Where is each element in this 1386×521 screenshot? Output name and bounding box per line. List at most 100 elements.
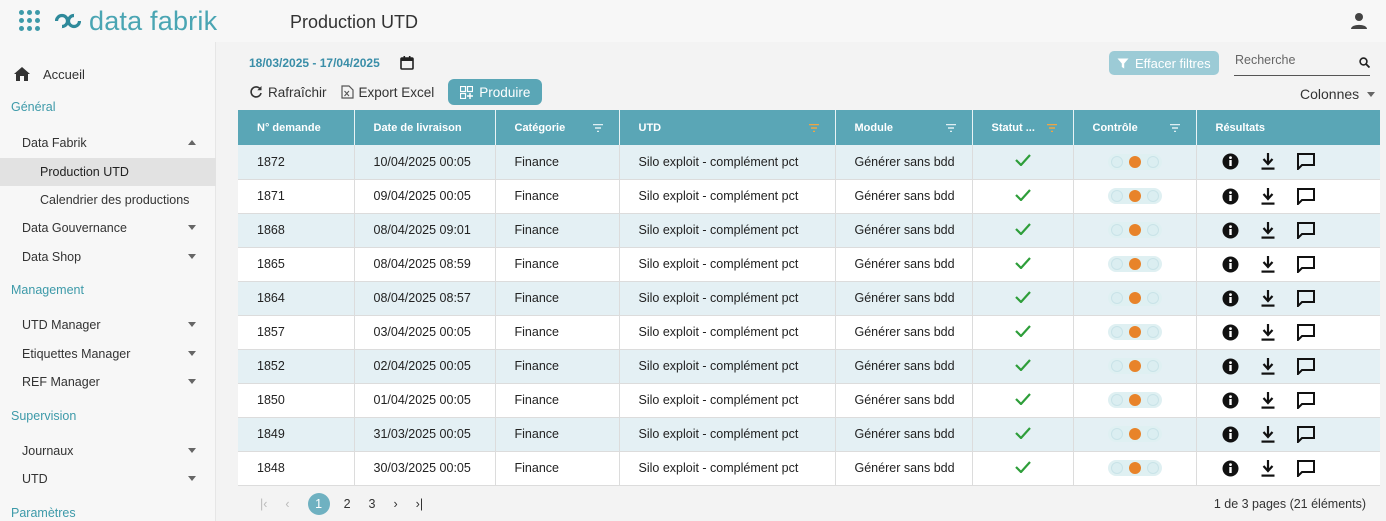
comment-icon[interactable] — [1296, 187, 1315, 205]
cell-category: Finance — [495, 349, 620, 384]
date-range-filter[interactable]: 18/03/2025 - 17/04/2025 — [249, 56, 414, 70]
col-header-module[interactable]: Module — [835, 110, 973, 145]
cell-module: Générer sans bdd — [835, 247, 973, 282]
columns-dropdown[interactable]: Colonnes — [1300, 86, 1376, 102]
info-icon[interactable] — [1222, 426, 1239, 443]
user-icon[interactable] — [1350, 12, 1368, 30]
info-icon[interactable] — [1222, 392, 1239, 409]
comment-icon[interactable] — [1296, 289, 1315, 307]
sidebar-item-utd[interactable]: UTD — [0, 465, 216, 493]
download-icon[interactable] — [1261, 221, 1275, 239]
control-toggle[interactable] — [1107, 153, 1162, 170]
prev-page-button[interactable]: ‹ — [285, 497, 289, 511]
filter-clear-icon — [1117, 58, 1129, 68]
info-icon[interactable] — [1222, 460, 1239, 477]
cell-category: Finance — [495, 315, 620, 350]
comment-icon[interactable] — [1296, 323, 1315, 341]
sidebar-item-data-gouvernance[interactable]: Data Gouvernance — [0, 214, 216, 242]
control-toggle[interactable] — [1107, 290, 1162, 306]
info-icon[interactable] — [1222, 358, 1239, 375]
filter-icon[interactable] — [1169, 124, 1180, 132]
comment-icon[interactable] — [1296, 221, 1315, 239]
download-icon[interactable] — [1261, 153, 1275, 170]
table-row[interactable]: 1852 02/04/2025 00:05 Finance Silo exploit … — [238, 349, 1380, 384]
filter-icon[interactable] — [592, 124, 603, 132]
comment-icon[interactable] — [1296, 153, 1315, 171]
info-icon[interactable] — [1222, 256, 1239, 273]
sidebar-item-production-utd[interactable]: Production UTD — [0, 158, 216, 186]
control-toggle[interactable] — [1107, 426, 1162, 442]
control-toggle[interactable] — [1107, 324, 1162, 340]
cell-status — [972, 247, 1074, 282]
table-row[interactable]: 1865 08/04/2025 08:59 Finance Silo exploit … — [238, 247, 1380, 282]
col-header-category[interactable]: Catégorie — [495, 110, 620, 145]
info-icon[interactable] — [1222, 290, 1239, 307]
col-header-status[interactable]: Statut ... — [972, 110, 1074, 145]
sidebar-item-utd-manager[interactable]: UTD Manager — [0, 311, 216, 339]
grid-apps-icon[interactable] — [19, 10, 41, 32]
control-toggle[interactable] — [1107, 222, 1162, 238]
filter-icon[interactable] — [945, 124, 956, 132]
search-icon[interactable] — [1359, 57, 1370, 68]
table-row[interactable]: 1849 31/03/2025 00:05 Finance Silo exploit … — [238, 417, 1380, 452]
filter-icon[interactable] — [1046, 124, 1057, 132]
download-icon[interactable] — [1261, 289, 1275, 307]
control-toggle[interactable] — [1107, 358, 1162, 374]
table-row[interactable]: 1857 03/04/2025 00:05 Finance Silo exploit … — [238, 315, 1380, 350]
sidebar-item-etiquettes-manager[interactable]: Etiquettes Manager — [0, 340, 216, 368]
info-icon[interactable] — [1222, 153, 1239, 170]
page-button-2[interactable]: 2 — [344, 497, 351, 511]
control-toggle[interactable] — [1107, 460, 1162, 476]
control-toggle[interactable] — [1107, 188, 1162, 204]
search-input[interactable]: Recherche — [1234, 51, 1370, 76]
sidebar-item-ref-manager[interactable]: REF Manager — [0, 368, 216, 396]
control-toggle[interactable] — [1107, 392, 1162, 408]
download-icon[interactable] — [1261, 323, 1275, 341]
download-icon[interactable] — [1261, 391, 1275, 409]
table-row[interactable]: 1868 08/04/2025 09:01 Finance Silo exploit … — [238, 213, 1380, 248]
pagination: |‹ ‹ 1 2 3 › ›| — [260, 493, 441, 515]
sidebar-item-journaux[interactable]: Journaux — [0, 437, 216, 465]
first-page-button[interactable]: |‹ — [260, 497, 267, 511]
refresh-button[interactable]: Rafraîchir — [249, 85, 327, 100]
page-button-3[interactable]: 3 — [369, 497, 376, 511]
sidebar-item-data-fabrik[interactable]: Data Fabrik — [0, 129, 216, 157]
next-page-button[interactable]: › — [394, 497, 398, 511]
cell-control — [1073, 417, 1197, 452]
download-icon[interactable] — [1261, 187, 1275, 205]
comment-icon[interactable] — [1296, 459, 1315, 477]
sidebar-item-home[interactable]: Accueil — [13, 66, 85, 82]
produce-button[interactable]: Produire — [448, 79, 543, 105]
table-row[interactable]: 1850 01/04/2025 00:05 Finance Silo exploit … — [238, 383, 1380, 418]
filter-icon[interactable] — [808, 124, 819, 132]
col-header-control[interactable]: Contrôle — [1073, 110, 1197, 145]
calendar-icon[interactable] — [399, 56, 414, 70]
col-header-date[interactable]: Date de livraison — [354, 110, 496, 145]
col-header-utd[interactable]: UTD — [619, 110, 836, 145]
page-button-1[interactable]: 1 — [307, 493, 330, 515]
info-icon[interactable] — [1222, 324, 1239, 341]
sidebar-item-calendrier[interactable]: Calendrier des productions — [0, 186, 216, 214]
col-header-id[interactable]: N° demande — [238, 110, 355, 145]
info-icon[interactable] — [1222, 188, 1239, 205]
table-row[interactable]: 1871 09/04/2025 00:05 Finance Silo exploit … — [238, 179, 1380, 214]
cell-results — [1196, 281, 1380, 316]
table-row[interactable]: 1872 10/04/2025 00:05 Finance Silo exploit … — [238, 145, 1380, 180]
download-icon[interactable] — [1261, 425, 1275, 443]
download-icon[interactable] — [1261, 255, 1275, 273]
logo-wave-icon — [55, 13, 81, 29]
info-icon[interactable] — [1222, 222, 1239, 239]
download-icon[interactable] — [1261, 459, 1275, 477]
comment-icon[interactable] — [1296, 391, 1315, 409]
table-row[interactable]: 1864 08/04/2025 08:57 Finance Silo exploit … — [238, 281, 1380, 316]
comment-icon[interactable] — [1296, 357, 1315, 375]
last-page-button[interactable]: ›| — [416, 497, 423, 511]
control-toggle[interactable] — [1107, 256, 1162, 272]
comment-icon[interactable] — [1296, 425, 1315, 443]
table-row[interactable]: 1848 30/03/2025 00:05 Finance Silo exploit … — [238, 451, 1380, 486]
download-icon[interactable] — [1261, 357, 1275, 375]
clear-filters-button[interactable]: Effacer filtres — [1109, 51, 1219, 75]
export-excel-button[interactable]: Export Excel — [340, 85, 434, 100]
sidebar-item-data-shop[interactable]: Data Shop — [0, 243, 216, 271]
comment-icon[interactable] — [1296, 255, 1315, 273]
